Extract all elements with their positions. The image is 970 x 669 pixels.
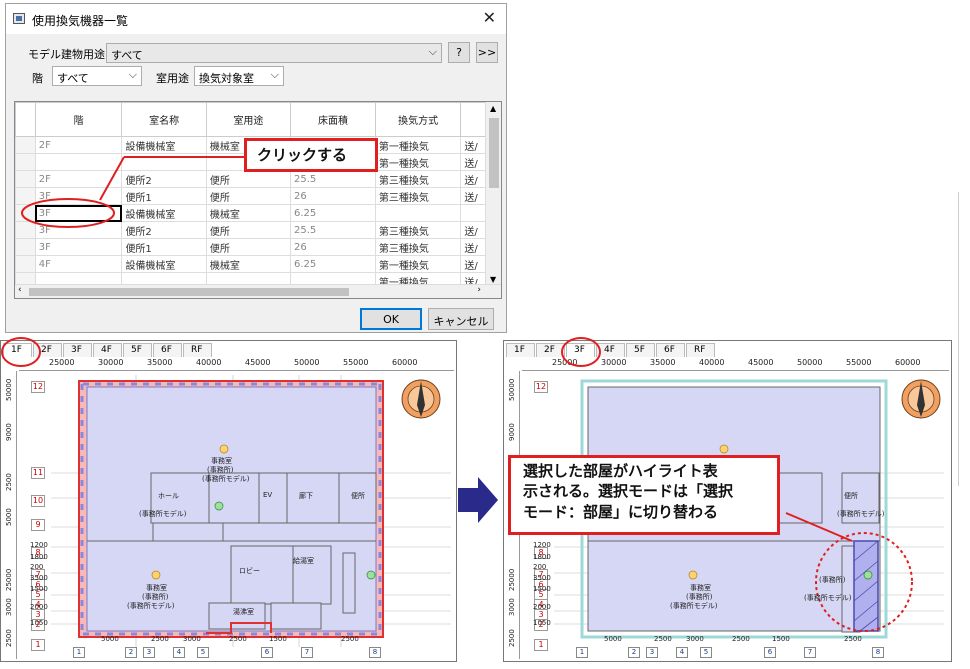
axis-marker: 8	[872, 647, 884, 658]
axis-marker: 4	[173, 647, 185, 658]
grid-value: 200	[533, 563, 547, 571]
grid-value: 1800	[30, 553, 48, 561]
grid-value: 2000	[30, 603, 48, 611]
highlight-callout: 選択した部屋がハイライト表 示される。選択モードは「選択 モード：部屋」に切り替…	[508, 455, 780, 535]
callout-line: モード：部屋」に切り替わる	[523, 502, 719, 521]
ruler-label: 2500	[5, 473, 13, 491]
axis-marker: 4	[676, 647, 688, 658]
dimension-label: 5000	[101, 635, 119, 643]
ruler-label: 2500	[5, 629, 13, 647]
dimension-label: 2500	[341, 635, 359, 643]
axis-marker: 3	[143, 647, 155, 658]
ruler-label: 2500	[508, 629, 516, 647]
compass-icon	[901, 379, 941, 419]
ruler-label: 9000	[5, 423, 13, 441]
room-label: (事務所モデル)	[837, 510, 885, 518]
dimension-label: 2500	[844, 635, 862, 643]
room-label: ホール	[158, 492, 179, 500]
tab-highlight-overlay	[561, 337, 601, 367]
plan-drawing	[51, 375, 451, 647]
dimension-label: 3000	[183, 635, 201, 643]
axis-marker: 7	[804, 647, 816, 658]
axis-marker: 5	[700, 647, 712, 658]
ruler-label: 25000	[508, 568, 516, 591]
grid-value: 3500	[30, 574, 48, 582]
grid-value: 1200	[533, 541, 551, 549]
dimension-label: 2500	[229, 635, 247, 643]
grid-value: 200	[30, 563, 44, 571]
dimension-label: 3000	[686, 635, 704, 643]
ruler-label: 3000	[5, 598, 13, 616]
callout-line: 選択した部屋がハイライト表	[523, 462, 718, 480]
room-label: (事務所モデル)	[127, 602, 175, 610]
ruler-label: 3000	[508, 598, 516, 616]
dimension-label: 1500	[772, 635, 790, 643]
room-label: 廊下	[299, 492, 313, 500]
axis-marker: 1	[73, 647, 85, 658]
room-label: EV	[263, 491, 273, 499]
grid-marker: 9	[31, 519, 45, 531]
room-label: ロビー	[239, 567, 260, 575]
axis-marker: 8	[369, 647, 381, 658]
room-label: (事務所モデル)	[670, 602, 718, 610]
room-label: 便所	[351, 492, 365, 500]
ruler-label: 5000	[5, 508, 13, 526]
room-label: (事務所)	[819, 576, 846, 584]
grid-value: 1050	[30, 619, 48, 627]
grid-marker: 12	[534, 381, 548, 393]
grid-value: 2000	[533, 603, 551, 611]
axis-marker: 2	[628, 647, 640, 658]
room-label: 便所	[844, 492, 858, 500]
divider	[958, 192, 959, 486]
room-label: (事務所モデル)	[139, 510, 187, 518]
compass-icon	[401, 379, 441, 419]
callout-line: 示される。選択モードは「選択	[523, 482, 734, 501]
grid-marker: 10	[31, 495, 45, 507]
arrow-right-icon	[458, 477, 498, 523]
axis-marker: 7	[301, 647, 313, 658]
floor-plan-left[interactable]: 1F 2F 3F 4F 5F 6F RF 25000 30000 35000 40000 45000…	[0, 340, 457, 662]
ruler-label: 50000	[508, 378, 516, 401]
ruler-label: 9000	[508, 423, 516, 441]
dimension-label: 2500	[654, 635, 672, 643]
selection-ellipse	[21, 198, 115, 228]
dimension-label: 2500	[732, 635, 750, 643]
dimension-label: 1500	[269, 635, 287, 643]
axis-marker: 6	[764, 647, 776, 658]
grid-marker: 1	[534, 639, 548, 651]
grid-value: 1200	[30, 541, 48, 549]
callout-leader	[99, 156, 125, 201]
axis-marker: 5	[197, 647, 209, 658]
grid-value: 1800	[533, 553, 551, 561]
grid-value: 1500	[533, 585, 551, 593]
room-label: 湯沸室	[233, 608, 254, 616]
room-label: (事務所モデル)	[202, 475, 250, 483]
grid-marker: 12	[31, 381, 45, 393]
room-label: 給湯室	[293, 557, 314, 565]
axis-marker: 3	[646, 647, 658, 658]
grid-value: 1050	[533, 619, 551, 627]
axis-marker: 2	[125, 647, 137, 658]
grid-value: 1500	[30, 585, 48, 593]
grid-value: 3500	[533, 574, 551, 582]
grid-marker: 11	[31, 467, 45, 479]
ruler-label: 50000	[5, 378, 13, 401]
grid-marker: 1	[31, 639, 45, 651]
room-label: (事務所モデル)	[804, 594, 852, 602]
axis-marker: 1	[576, 647, 588, 658]
axis-marker: 6	[261, 647, 273, 658]
dimension-label: 5000	[604, 635, 622, 643]
dimension-label: 2500	[151, 635, 169, 643]
ruler-label: 25000	[5, 568, 13, 591]
tab-highlight-overlay	[1, 337, 41, 367]
